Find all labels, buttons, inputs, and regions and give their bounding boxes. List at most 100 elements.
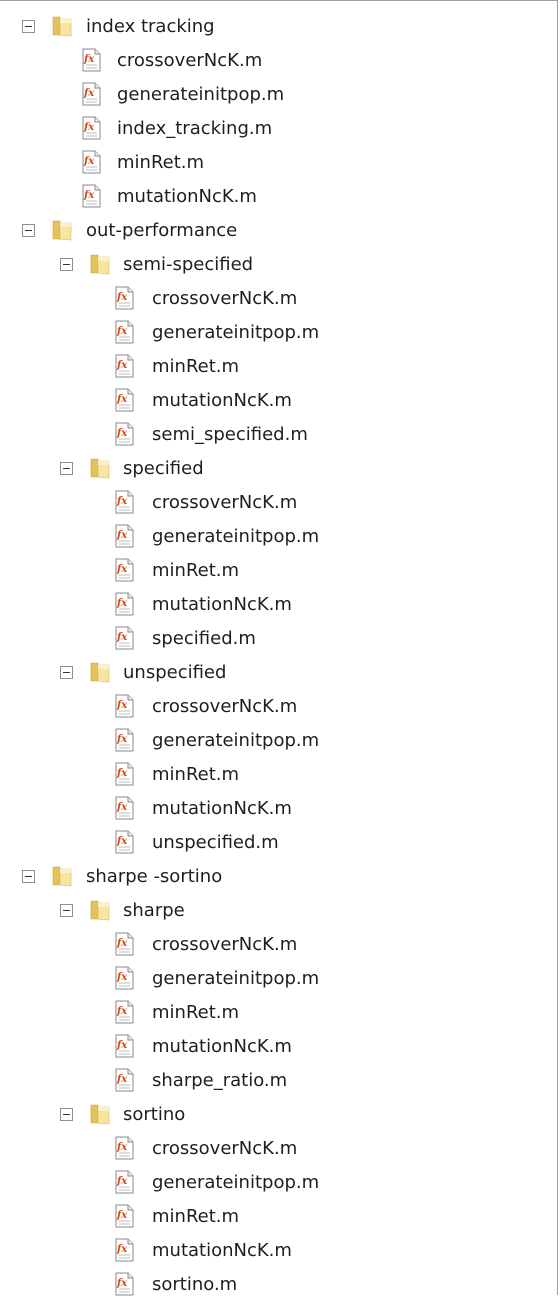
file-label: generateinitpop.m <box>152 1172 320 1193</box>
tree-folder-item[interactable]: unspecified <box>0 658 558 692</box>
svg-text:fx: fx <box>116 700 128 711</box>
svg-text:fx: fx <box>83 156 95 167</box>
folder-icon <box>50 864 74 888</box>
matlab-function-file-icon: fx <box>113 524 135 548</box>
tree-file-item[interactable]: fx generateinitpop.m <box>0 522 558 556</box>
file-label: minRet.m <box>117 152 205 173</box>
matlab-function-file-icon: fx <box>80 184 102 208</box>
folder-icon <box>88 456 112 480</box>
tree-file-item[interactable]: fx crossoverNcK.m <box>0 488 558 522</box>
tree-file-item[interactable]: fx specified.m <box>0 624 558 658</box>
folder-icon <box>50 218 74 242</box>
svg-text:fx: fx <box>116 768 128 779</box>
file-label: minRet.m <box>152 1002 240 1023</box>
tree-file-item[interactable]: fx minRet.m <box>0 760 558 794</box>
tree-file-item[interactable]: fx generateinitpop.m <box>0 80 558 114</box>
tree-folder-item[interactable]: sharpe <box>0 896 558 930</box>
tree-folder-item[interactable]: index tracking <box>0 12 558 46</box>
tree-folder-item[interactable]: semi-specified <box>0 250 558 284</box>
matlab-function-file-icon: fx <box>113 1000 135 1024</box>
matlab-function-file-icon: fx <box>113 796 135 820</box>
collapse-toggle-icon[interactable] <box>60 1108 73 1121</box>
collapse-toggle-icon[interactable] <box>60 666 73 679</box>
file-label: sortino.m <box>152 1274 238 1295</box>
folder-icon <box>88 1102 112 1126</box>
file-label: mutationNcK.m <box>117 186 257 207</box>
tree-file-item[interactable]: fx minRet.m <box>0 556 558 590</box>
file-label: minRet.m <box>152 764 240 785</box>
collapse-toggle-icon[interactable] <box>22 224 35 237</box>
tree-file-item[interactable]: fx generateinitpop.m <box>0 726 558 760</box>
tree-file-item[interactable]: fx minRet.m <box>0 148 558 182</box>
file-label: mutationNcK.m <box>152 1036 292 1057</box>
matlab-function-file-icon: fx <box>113 422 135 446</box>
tree-folder-item[interactable]: specified <box>0 454 558 488</box>
tree-file-item[interactable]: fx index_tracking.m <box>0 114 558 148</box>
svg-text:fx: fx <box>116 1278 128 1289</box>
svg-text:fx: fx <box>116 1142 128 1153</box>
tree-file-item[interactable]: fx mutationNcK.m <box>0 1236 558 1270</box>
file-label: specified.m <box>152 628 256 649</box>
folder-icon <box>88 660 112 684</box>
collapse-toggle-icon[interactable] <box>60 904 73 917</box>
folder-label: sharpe <box>123 900 185 921</box>
svg-text:fx: fx <box>83 54 95 65</box>
tree-file-item[interactable]: fx sharpe_ratio.m <box>0 1066 558 1100</box>
tree-file-item[interactable]: fx mutationNcK.m <box>0 182 558 216</box>
file-label: mutationNcK.m <box>152 798 292 819</box>
tree-file-item[interactable]: fx mutationNcK.m <box>0 386 558 420</box>
file-label: crossoverNcK.m <box>152 1138 298 1159</box>
collapse-toggle-icon[interactable] <box>60 462 73 475</box>
matlab-function-file-icon: fx <box>113 694 135 718</box>
collapse-toggle-icon[interactable] <box>22 20 35 33</box>
tree-file-item[interactable]: fx minRet.m <box>0 352 558 386</box>
tree-file-item[interactable]: fx generateinitpop.m <box>0 1168 558 1202</box>
matlab-function-file-icon: fx <box>113 1034 135 1058</box>
matlab-function-file-icon: fx <box>113 558 135 582</box>
svg-text:fx: fx <box>116 802 128 813</box>
tree-file-item[interactable]: fx crossoverNcK.m <box>0 1134 558 1168</box>
svg-text:fx: fx <box>116 1176 128 1187</box>
svg-text:fx: fx <box>116 938 128 949</box>
tree-file-item[interactable]: fx generateinitpop.m <box>0 964 558 998</box>
svg-text:fx: fx <box>83 88 95 99</box>
tree-file-item[interactable]: fx crossoverNcK.m <box>0 46 558 80</box>
svg-text:fx: fx <box>116 734 128 745</box>
matlab-function-file-icon: fx <box>80 116 102 140</box>
matlab-function-file-icon: fx <box>113 1272 135 1296</box>
tree-folder-item[interactable]: sortino <box>0 1100 558 1134</box>
tree-file-item[interactable]: fx minRet.m <box>0 1202 558 1236</box>
svg-text:fx: fx <box>116 428 128 439</box>
tree-file-item[interactable]: fx crossoverNcK.m <box>0 692 558 726</box>
collapse-toggle-icon[interactable] <box>22 870 35 883</box>
tree-file-item[interactable]: fx mutationNcK.m <box>0 1032 558 1066</box>
tree-file-item[interactable]: fx unspecified.m <box>0 828 558 862</box>
matlab-function-file-icon: fx <box>113 1204 135 1228</box>
svg-text:fx: fx <box>116 292 128 303</box>
tree-file-item[interactable]: fx semi_specified.m <box>0 420 558 454</box>
matlab-function-file-icon: fx <box>80 48 102 72</box>
file-label: generateinitpop.m <box>152 322 320 343</box>
matlab-function-file-icon: fx <box>113 830 135 854</box>
file-label: crossoverNcK.m <box>117 50 263 71</box>
tree-folder-item[interactable]: out-performance <box>0 216 558 250</box>
file-label: index_tracking.m <box>117 118 273 139</box>
file-label: mutationNcK.m <box>152 594 292 615</box>
folder-label: sortino <box>123 1104 186 1125</box>
svg-text:fx: fx <box>83 122 95 133</box>
collapse-toggle-icon[interactable] <box>60 258 73 271</box>
tree-file-item[interactable]: fx crossoverNcK.m <box>0 930 558 964</box>
folder-icon <box>88 898 112 922</box>
matlab-function-file-icon: fx <box>113 762 135 786</box>
tree-file-item[interactable]: fx sortino.m <box>0 1270 558 1304</box>
tree-folder-item[interactable]: sharpe -sortino <box>0 862 558 896</box>
tree-file-item[interactable]: fx generateinitpop.m <box>0 318 558 352</box>
tree-file-item[interactable]: fx mutationNcK.m <box>0 590 558 624</box>
svg-text:fx: fx <box>116 530 128 541</box>
file-label: generateinitpop.m <box>152 526 320 547</box>
folder-label: unspecified <box>123 662 227 683</box>
tree-file-item[interactable]: fx crossoverNcK.m <box>0 284 558 318</box>
tree-file-item[interactable]: fx minRet.m <box>0 998 558 1032</box>
folder-label: specified <box>123 458 204 479</box>
tree-file-item[interactable]: fx mutationNcK.m <box>0 794 558 828</box>
